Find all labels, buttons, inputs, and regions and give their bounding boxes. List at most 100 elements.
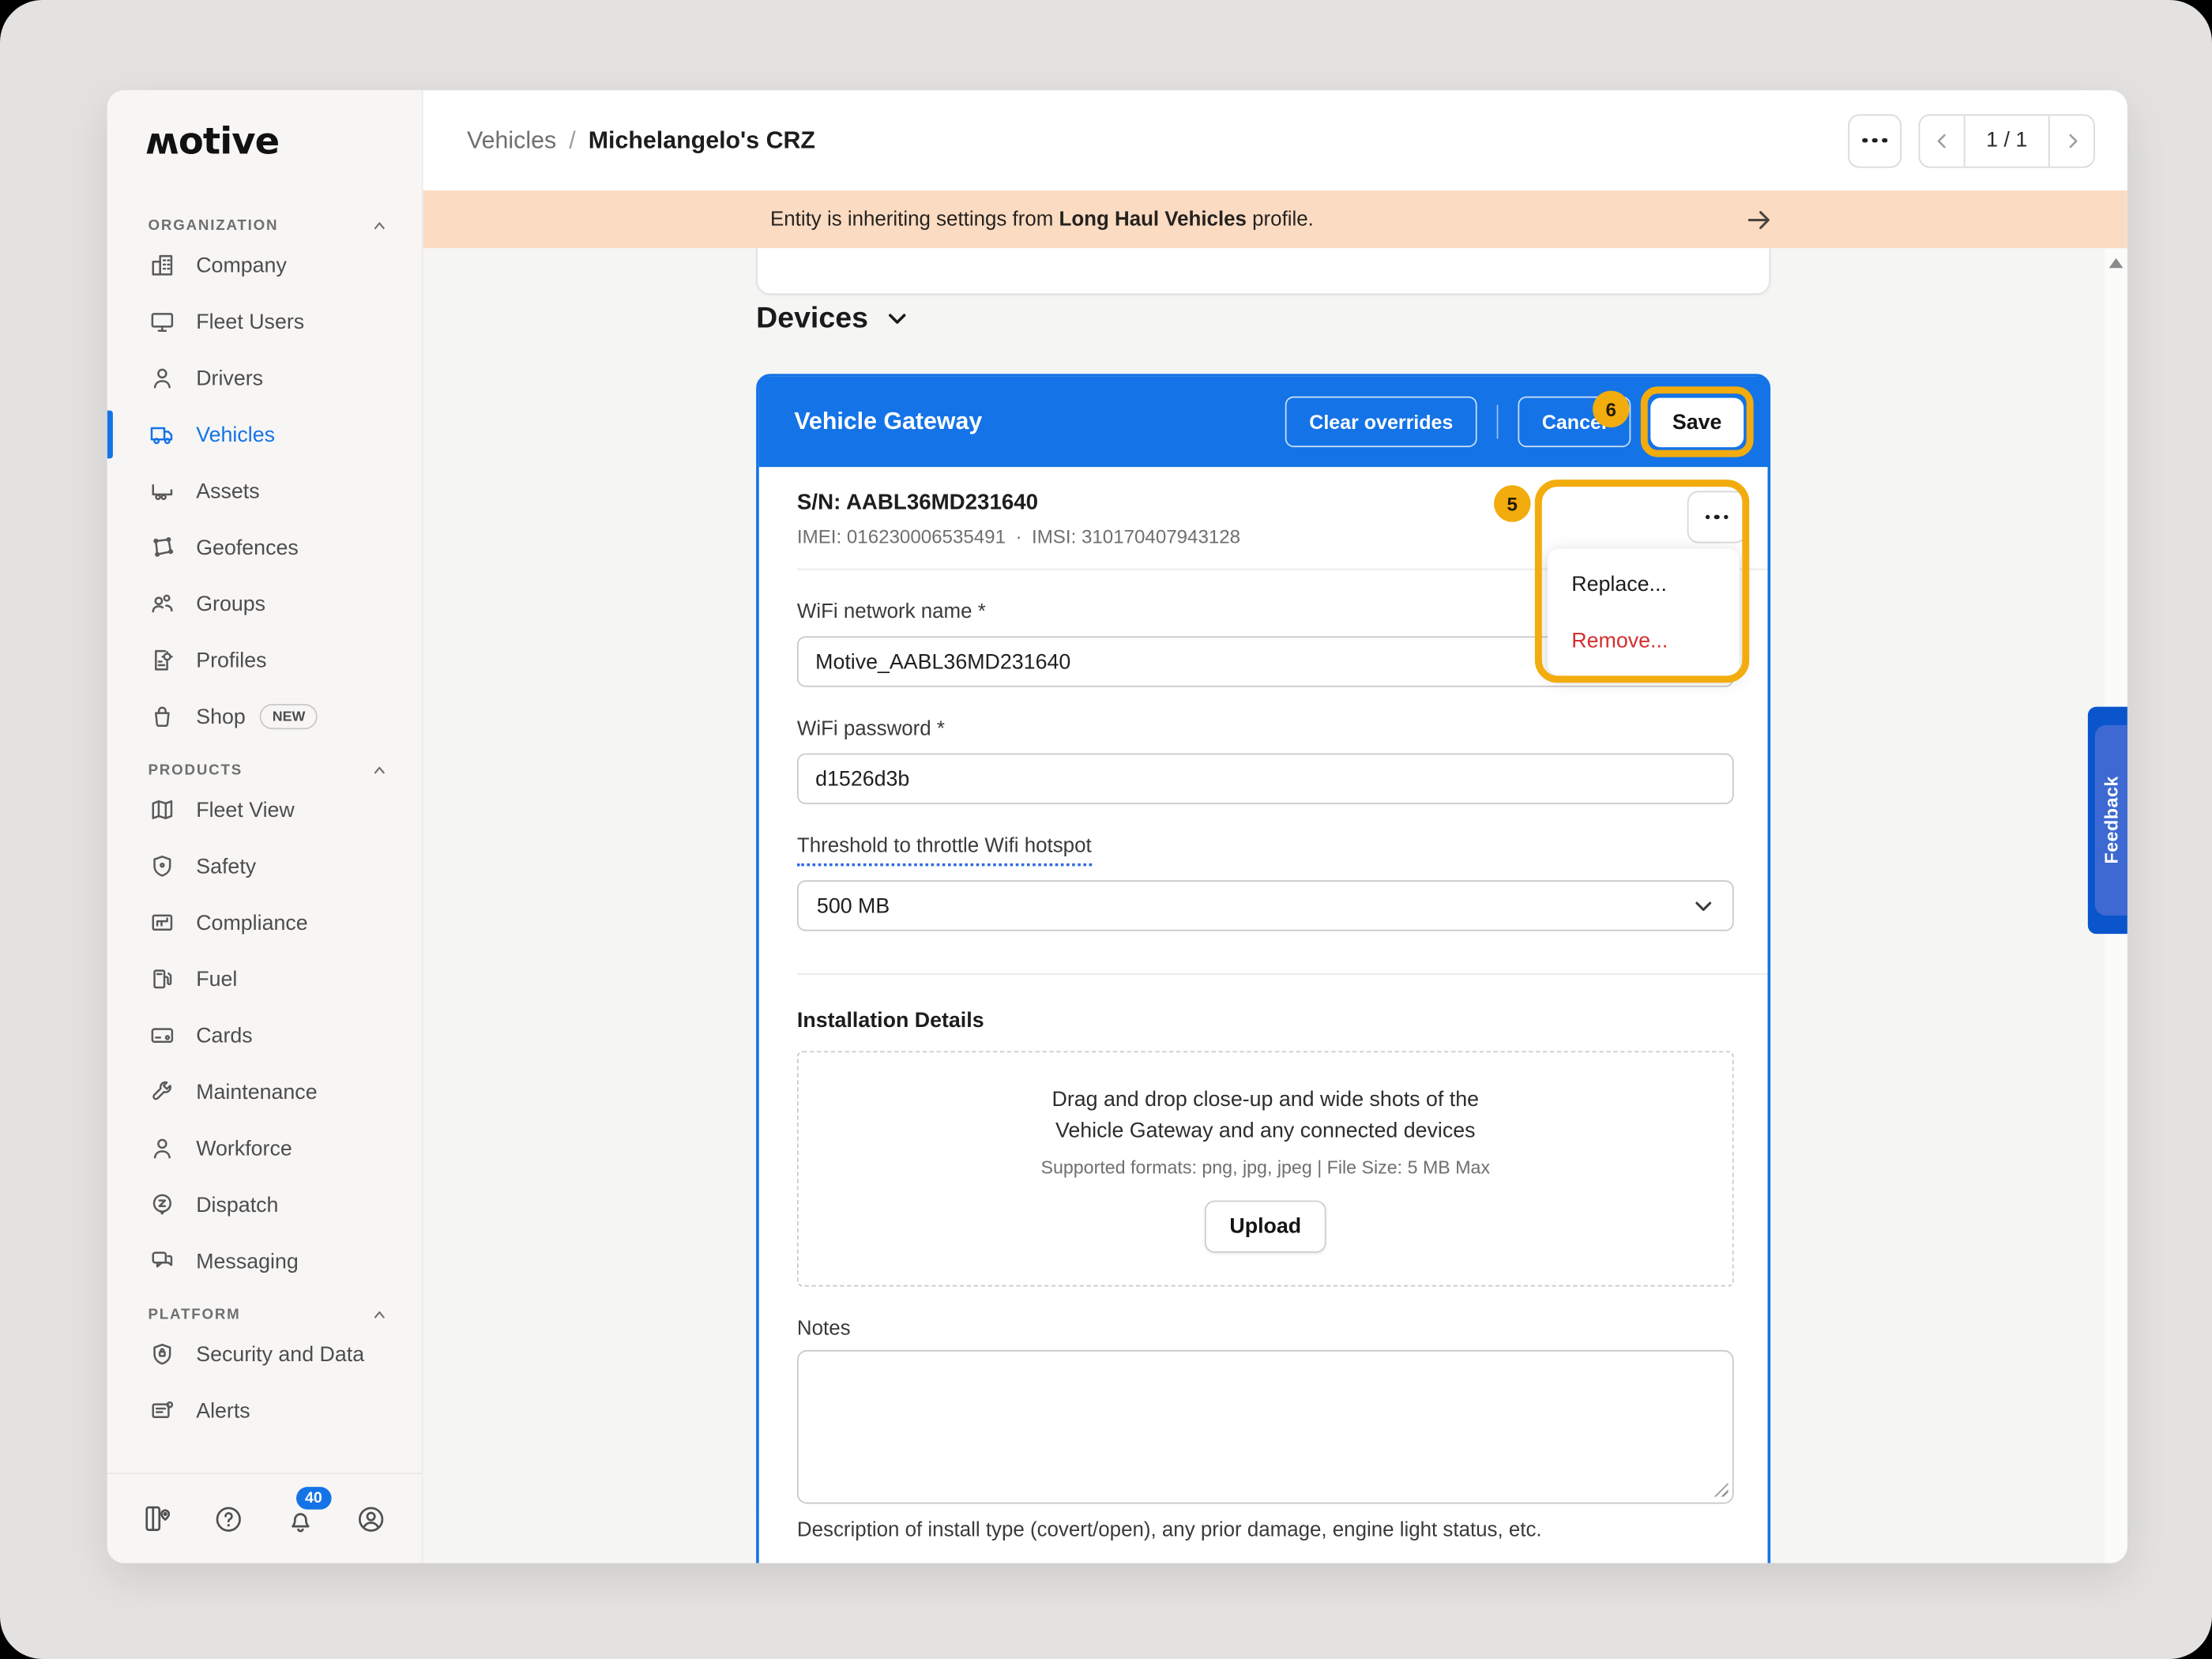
sidebar-item-label: Geofences xyxy=(196,536,299,559)
sidebar-item-cards[interactable]: Cards xyxy=(107,1007,422,1063)
upload-button[interactable]: Upload xyxy=(1204,1201,1326,1253)
sidebar-item-company[interactable]: Company xyxy=(107,237,422,293)
device-more-options-button[interactable] xyxy=(1687,491,1747,543)
sidebar-item-label: Vehicles xyxy=(196,423,275,446)
new-badge: NEW xyxy=(260,704,318,729)
inheritance-banner: Entity is inheriting settings from Long … xyxy=(423,190,2127,248)
threshold-select[interactable]: 500 MB xyxy=(797,880,1734,931)
chevron-down-icon xyxy=(1693,895,1714,916)
sidebar-item-compliance[interactable]: Compliance xyxy=(107,894,422,950)
sidebar-item-drivers[interactable]: Drivers xyxy=(107,350,422,406)
sidebar-item-label: Messaging xyxy=(196,1249,299,1273)
sidebar-item-dispatch[interactable]: Dispatch xyxy=(107,1176,422,1232)
sidebar-item-shop[interactable]: Shop NEW xyxy=(107,688,422,744)
banner-arrow-icon[interactable] xyxy=(1744,205,1774,235)
device-options-menu: Replace... Remove... xyxy=(1548,549,1740,676)
fuel-pump-icon xyxy=(148,965,176,993)
more-options-button[interactable] xyxy=(1848,114,1902,167)
sidebar-item-label: Drivers xyxy=(196,366,263,389)
card-title: Vehicle Gateway xyxy=(794,408,982,436)
sidebar-item-label: Alerts xyxy=(196,1399,250,1423)
menu-item-remove[interactable]: Remove... xyxy=(1548,612,1740,668)
devices-section-header: Devices xyxy=(756,302,909,336)
notes-field-wrapper xyxy=(797,1350,1734,1504)
account-icon[interactable] xyxy=(354,1502,388,1536)
chat-bubbles-icon xyxy=(148,1247,176,1276)
sidebar-item-label: Safety xyxy=(196,854,256,878)
people-icon xyxy=(148,589,176,618)
card-header: Vehicle Gateway Clear overrides Cancel 6… xyxy=(759,377,1768,467)
dispatch-pin-icon xyxy=(148,1191,176,1219)
sidebar-item-label: Fleet Users xyxy=(196,310,304,333)
breadcrumb-parent-link[interactable]: Vehicles xyxy=(467,126,556,155)
sidebar-item-alerts[interactable]: Alerts xyxy=(107,1382,422,1439)
sidebar-item-label: Shop xyxy=(196,705,246,728)
person-icon xyxy=(148,1134,176,1163)
sidebar-item-label: Company xyxy=(196,254,287,277)
clear-overrides-button[interactable]: Clear overrides xyxy=(1285,397,1477,447)
chevron-up-icon xyxy=(371,1307,388,1323)
notes-textarea[interactable] xyxy=(797,1350,1734,1504)
sidebar-item-label: Compliance xyxy=(196,911,307,935)
sidebar-item-fleet-users[interactable]: Fleet Users xyxy=(107,293,422,349)
save-button[interactable]: Save xyxy=(1651,397,1743,446)
pager-position: 1 / 1 xyxy=(1964,115,2050,166)
card-body: S/N: AABL36MD231640 IMEI: 01623000653549… xyxy=(759,467,1768,1542)
guide-icon[interactable] xyxy=(141,1502,175,1536)
truck-icon xyxy=(148,420,176,449)
divider xyxy=(797,973,1768,975)
dropzone-line1: Drag and drop close-up and wide shots of… xyxy=(1052,1085,1480,1115)
sidebar-item-geofences[interactable]: Geofences xyxy=(107,519,422,575)
header-actions: 1 / 1 xyxy=(1848,114,2095,167)
vehicle-gateway-card: Vehicle Gateway Clear overrides Cancel 6… xyxy=(756,374,1770,1563)
sidebar-bottom-bar: 40 xyxy=(107,1473,422,1563)
notes-label: Notes xyxy=(797,1318,1734,1341)
notifications-bell-icon[interactable]: 40 xyxy=(283,1502,317,1536)
sidebar-item-label: Workforce xyxy=(196,1136,292,1160)
sidebar-item-maintenance[interactable]: Maintenance xyxy=(107,1063,422,1119)
chevron-up-icon xyxy=(371,762,388,778)
sidebar-section-products[interactable]: PRODUCTS xyxy=(107,759,422,782)
monitor-icon xyxy=(148,307,176,336)
dropzone-line2: Vehicle Gateway and any connected device… xyxy=(1055,1115,1476,1146)
pager-next-button[interactable] xyxy=(2050,115,2094,166)
page-title: Michelangelo's CRZ xyxy=(589,126,815,155)
sidebar-item-vehicles[interactable]: Vehicles xyxy=(107,406,422,462)
sidebar-item-label: Fuel xyxy=(196,967,237,991)
sidebar-item-safety[interactable]: Safety xyxy=(107,838,422,894)
pager-previous-button[interactable] xyxy=(1920,115,1963,166)
chevron-down-icon[interactable] xyxy=(886,307,909,330)
help-icon[interactable] xyxy=(212,1502,246,1536)
credit-card-icon xyxy=(148,1021,176,1050)
sidebar-item-groups[interactable]: Groups xyxy=(107,576,422,632)
scroll-up-arrow-icon[interactable] xyxy=(2109,258,2124,269)
banner-message: Entity is inheriting settings from Long … xyxy=(770,208,1314,231)
menu-item-replace[interactable]: Replace... xyxy=(1548,556,1740,612)
sidebar-item-profiles[interactable]: Profiles xyxy=(107,632,422,688)
feedback-tab-inner: Feedback xyxy=(2095,725,2127,916)
sidebar-section-organization[interactable]: ORGANIZATION xyxy=(107,214,422,237)
wifi-password-input[interactable] xyxy=(797,754,1734,804)
record-pager: 1 / 1 xyxy=(1919,114,2095,167)
photo-dropzone[interactable]: Drag and drop close-up and wide shots of… xyxy=(797,1051,1734,1286)
screenshot-root: ʍotive ORGANIZATION Company Fleet Users … xyxy=(0,0,2212,1659)
threshold-selected-value: 500 MB xyxy=(817,893,890,917)
sidebar-item-assets[interactable]: Assets xyxy=(107,463,422,519)
sidebar-item-workforce[interactable]: Workforce xyxy=(107,1120,422,1176)
sidebar-item-fleet-view[interactable]: Fleet View xyxy=(107,781,422,837)
imsi-value: IMSI: 310170407943128 xyxy=(1032,526,1240,547)
sidebar-item-messaging[interactable]: Messaging xyxy=(107,1233,422,1289)
notification-count-badge: 40 xyxy=(295,1486,331,1509)
person-icon xyxy=(148,364,176,393)
map-icon xyxy=(148,796,176,824)
previous-card-bottom xyxy=(756,248,1770,295)
sidebar-section-platform[interactable]: PLATFORM xyxy=(107,1304,422,1326)
sidebar-item-label: Maintenance xyxy=(196,1080,317,1104)
sidebar-products-list: Fleet View Safety Compliance Fuel Cards xyxy=(107,781,422,1289)
sidebar-item-security-and-data[interactable]: Security and Data xyxy=(107,1326,422,1382)
save-highlight-ring: Save xyxy=(1641,386,1754,457)
feedback-tab[interactable]: Feedback xyxy=(2088,707,2127,935)
dot-separator: · xyxy=(1015,526,1021,547)
devices-title: Devices xyxy=(756,302,868,336)
sidebar-item-fuel[interactable]: Fuel xyxy=(107,951,422,1007)
